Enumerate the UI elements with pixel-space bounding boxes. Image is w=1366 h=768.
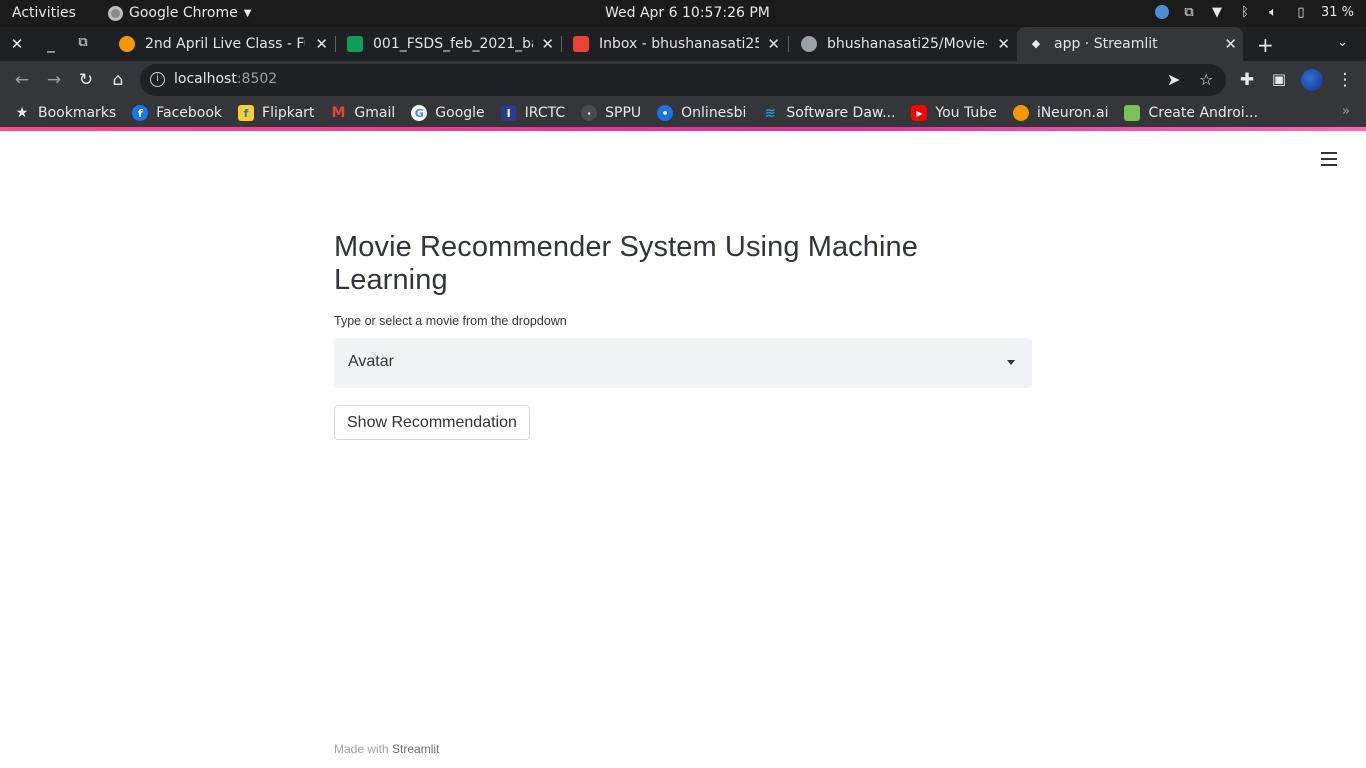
tab-strip: ✕ _ ⧉ 2nd April Live Class - Ful ✕ 001_F…: [0, 27, 1366, 61]
gmail-icon: M: [331, 105, 346, 121]
battery-percentage: 31 %: [1320, 4, 1354, 20]
gmail-icon: [573, 36, 589, 52]
selected-movie: Avatar: [348, 353, 394, 370]
ineuron-icon: [1012, 105, 1029, 121]
tab-sheet[interactable]: 001_FSDS_feb_2021_bat ✕: [336, 27, 560, 61]
sync-icon[interactable]: [1154, 5, 1169, 19]
clock[interactable]: Wed Apr 6 10:57:26 PM: [605, 5, 770, 21]
bookmark-item[interactable]: Create Androi...: [1124, 105, 1258, 121]
select-label: Type or select a movie from the dropdown: [334, 314, 567, 328]
bookmark-item[interactable]: iNeuron.ai: [1012, 105, 1108, 121]
send-to-devices-icon[interactable]: ➤: [1167, 70, 1180, 89]
bookmarks-bar: ★ Bookmarks f Facebook f Flipkart M Gmail GG…: [0, 99, 1366, 127]
bookmark-item[interactable]: ≋ Software Daw...: [762, 105, 896, 121]
google-icon: G: [411, 105, 428, 121]
show-recommendation-button[interactable]: Show Recommendation: [334, 405, 530, 440]
software-icon: ≋: [764, 105, 776, 121]
wifi-icon: ▼: [1211, 4, 1222, 20]
app-menu-label: Google Chrome: [129, 5, 238, 21]
minimize-window-icon[interactable]: _: [42, 35, 60, 53]
star-icon: ★: [15, 105, 29, 121]
app-menu[interactable]: Google Chrome ▼: [108, 5, 251, 21]
tab-title: 001_FSDS_feb_2021_bat: [373, 36, 533, 52]
bookmark-item[interactable]: • Onlinesbi: [657, 105, 746, 121]
bookmark-item[interactable]: · SPPU: [581, 105, 641, 121]
home-icon[interactable]: ⌂: [107, 70, 129, 90]
bookmark-item[interactable]: ▶ You Tube: [911, 105, 997, 121]
bookmark-item[interactable]: f Facebook: [132, 105, 222, 121]
tab-title: 2nd April Live Class - Ful: [145, 36, 305, 52]
github-icon: [801, 36, 817, 52]
extensions-icon[interactable]: ✚: [1236, 70, 1258, 90]
tab-github[interactable]: bhushanasati25/Movie- ✕: [790, 27, 1016, 61]
system-tray[interactable]: ⧉ ▼ ᛒ 🔈︎ ▯ 31 %: [1154, 4, 1354, 20]
main-content: Movie Recommender System Using Machine L…: [334, 231, 1032, 440]
bluetooth-icon: ᛒ: [1241, 4, 1249, 20]
restore-window-icon[interactable]: ⧉: [74, 35, 92, 50]
chrome-menu-icon[interactable]: ⋮: [1334, 70, 1356, 90]
url-text[interactable]: localhost:8502: [174, 71, 277, 87]
tab-title: Inbox - bhushanasati25: [599, 36, 759, 52]
tab-title: app · Streamlit: [1054, 36, 1158, 52]
irctc-icon: I: [500, 105, 517, 121]
tab-close-icon[interactable]: ✕: [767, 35, 780, 53]
movie-select[interactable]: Avatar: [334, 338, 1032, 388]
site-info-icon[interactable]: i: [150, 72, 165, 87]
bookmark-item[interactable]: M Gmail: [330, 105, 395, 121]
new-tab-icon[interactable]: +: [1257, 33, 1274, 57]
streamlit-icon: ◆: [1031, 37, 1041, 50]
address-bar[interactable]: i localhost:8502 ➤ ☆: [140, 64, 1226, 96]
back-icon[interactable]: ←: [11, 70, 33, 90]
facebook-icon: f: [132, 105, 149, 121]
streamlit-link[interactable]: Streamlit: [392, 742, 439, 756]
tab-gmail[interactable]: Inbox - bhushanasati25 ✕: [562, 27, 786, 61]
footer-text: Made with: [334, 742, 389, 756]
chrome-icon: [108, 5, 123, 21]
tab-separator: [788, 36, 789, 52]
tab-close-icon[interactable]: ✕: [997, 35, 1010, 53]
battery-icon: ▯: [1297, 4, 1305, 20]
tab-close-icon[interactable]: ✕: [541, 35, 554, 53]
hamburger-menu-icon[interactable]: [1321, 152, 1337, 170]
system-top-bar: Activities Google Chrome ▼ Wed Apr 6 10:…: [0, 0, 1366, 27]
browser-toolbar: ← → ↻ ⌂ i localhost:8502 ➤ ☆ ✚ ▣ ⋮: [0, 61, 1366, 99]
sbi-icon: •: [657, 105, 674, 121]
bookmark-item[interactable]: I IRCTC: [500, 105, 565, 121]
bookmark-item[interactable]: G Google: [411, 105, 485, 121]
tab-live-class[interactable]: 2nd April Live Class - Ful ✕: [108, 27, 334, 61]
flipkart-icon: f: [238, 105, 255, 121]
close-window-icon[interactable]: ✕: [8, 35, 26, 53]
sheets-icon: [347, 36, 363, 52]
dropdown-arrow-icon[interactable]: [1007, 360, 1015, 365]
bookmark-star-icon[interactable]: ☆: [1199, 70, 1213, 89]
youtube-icon: ▶: [911, 105, 928, 121]
volume-icon: 🔈︎: [1269, 4, 1277, 20]
profile-avatar[interactable]: [1301, 69, 1323, 91]
android-icon: [1124, 105, 1141, 121]
bookmark-item[interactable]: f Flipkart: [238, 105, 314, 121]
caret-down-icon: ▼: [243, 7, 252, 19]
footer: Made with Streamlit: [334, 742, 439, 756]
tab-close-icon[interactable]: ✕: [1224, 35, 1237, 53]
reload-icon[interactable]: ↻: [75, 70, 97, 90]
screen-share-icon[interactable]: ⧉: [1181, 4, 1197, 20]
tab-streamlit[interactable]: ◆ app · Streamlit ✕: [1017, 27, 1243, 61]
side-panel-icon[interactable]: ▣: [1268, 70, 1290, 88]
bookmark-item[interactable]: ★ Bookmarks: [14, 105, 117, 121]
activities-button[interactable]: Activities: [12, 5, 76, 21]
tab-search-icon[interactable]: ⌄: [1337, 35, 1348, 50]
page-title: Movie Recommender System Using Machine L…: [334, 231, 919, 296]
tab-close-icon[interactable]: ✕: [315, 35, 328, 53]
forward-icon[interactable]: →: [43, 70, 65, 90]
tab-title: bhushanasati25/Movie-: [827, 36, 987, 52]
more-bookmarks-icon[interactable]: »: [1342, 104, 1350, 119]
sppu-icon: ·: [581, 105, 598, 121]
streamlit-page: Movie Recommender System Using Machine L…: [0, 131, 1366, 768]
tab-favicon-icon: [119, 36, 135, 52]
